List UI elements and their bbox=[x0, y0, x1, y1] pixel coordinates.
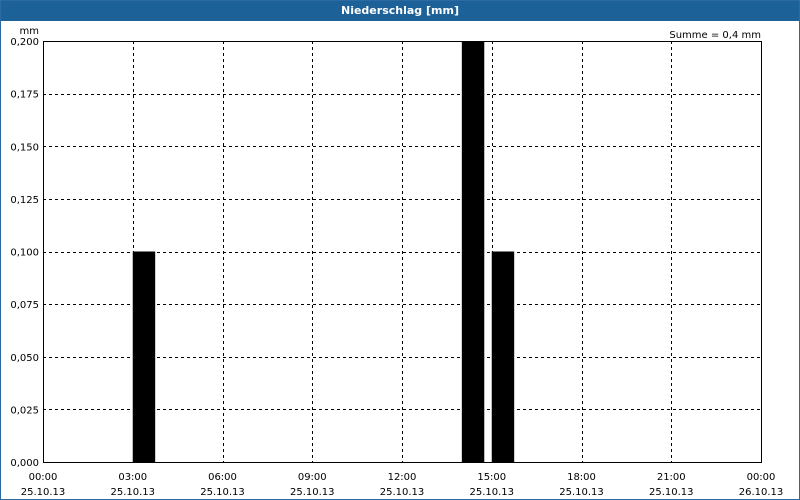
x-tick-date-label: 26.10.13 bbox=[739, 487, 784, 498]
y-tick-label: 0,050 bbox=[10, 353, 39, 364]
y-tick-label: 0,175 bbox=[10, 90, 39, 101]
x-tick-time-label: 00:00 bbox=[747, 472, 776, 483]
x-tick-date-label: 25.10.13 bbox=[21, 487, 66, 498]
x-tick-time-label: 18:00 bbox=[567, 472, 596, 483]
x-tick-date-label: 25.10.13 bbox=[200, 487, 245, 498]
y-tick-label: 0,200 bbox=[10, 37, 39, 48]
precipitation-bar bbox=[491, 251, 515, 462]
y-axis-unit-label: mm bbox=[20, 26, 39, 37]
x-tick-date-label: 25.10.13 bbox=[469, 487, 514, 498]
sum-annotation: Summe = 0,4 mm bbox=[669, 30, 761, 41]
chart-title: Niederschlag [mm] bbox=[1, 1, 799, 21]
x-tick-time-label: 15:00 bbox=[477, 472, 506, 483]
x-tick-time-label: 21:00 bbox=[657, 472, 686, 483]
x-tick-labels: 00:00 25.10.13 03:00 25.10.13 06:00 25.10.13 0… bbox=[21, 472, 784, 498]
x-tick-date-label: 25.10.13 bbox=[649, 487, 694, 498]
x-tick-time-label: 00:00 bbox=[29, 472, 58, 483]
y-tick-label: 0,125 bbox=[10, 195, 39, 206]
x-tick-date-label: 25.10.13 bbox=[290, 487, 335, 498]
x-tick-date-label: 25.10.13 bbox=[110, 487, 155, 498]
x-tick-date-label: 25.10.13 bbox=[559, 487, 604, 498]
y-tick-label: 0,150 bbox=[10, 142, 39, 153]
precipitation-chart: mm Summe = 0,4 mm 0,0000,0250,0500,0750,… bbox=[10, 26, 784, 498]
chart-window: Niederschlag [mm] mm Summe = 0,4 mm 0,00… bbox=[0, 0, 800, 500]
precipitation-bar bbox=[461, 41, 485, 462]
precipitation-bar bbox=[132, 251, 156, 462]
x-tick-date-label: 25.10.13 bbox=[380, 487, 425, 498]
x-tick-time-label: 06:00 bbox=[208, 472, 237, 483]
bars bbox=[132, 41, 515, 462]
x-tick-time-label: 09:00 bbox=[298, 472, 327, 483]
y-tick-label: 0,025 bbox=[10, 405, 39, 416]
x-tick-time-label: 03:00 bbox=[118, 472, 147, 483]
y-tick-label: 0,000 bbox=[10, 458, 39, 469]
y-tick-labels: 0,000 0,025 0,050 0,075 0,100 0,125 0,150 0,175… bbox=[10, 37, 39, 469]
y-tick-label: 0,075 bbox=[10, 300, 39, 311]
y-tick-label: 0,100 bbox=[10, 248, 39, 259]
x-tick-time-label: 12:00 bbox=[388, 472, 417, 483]
